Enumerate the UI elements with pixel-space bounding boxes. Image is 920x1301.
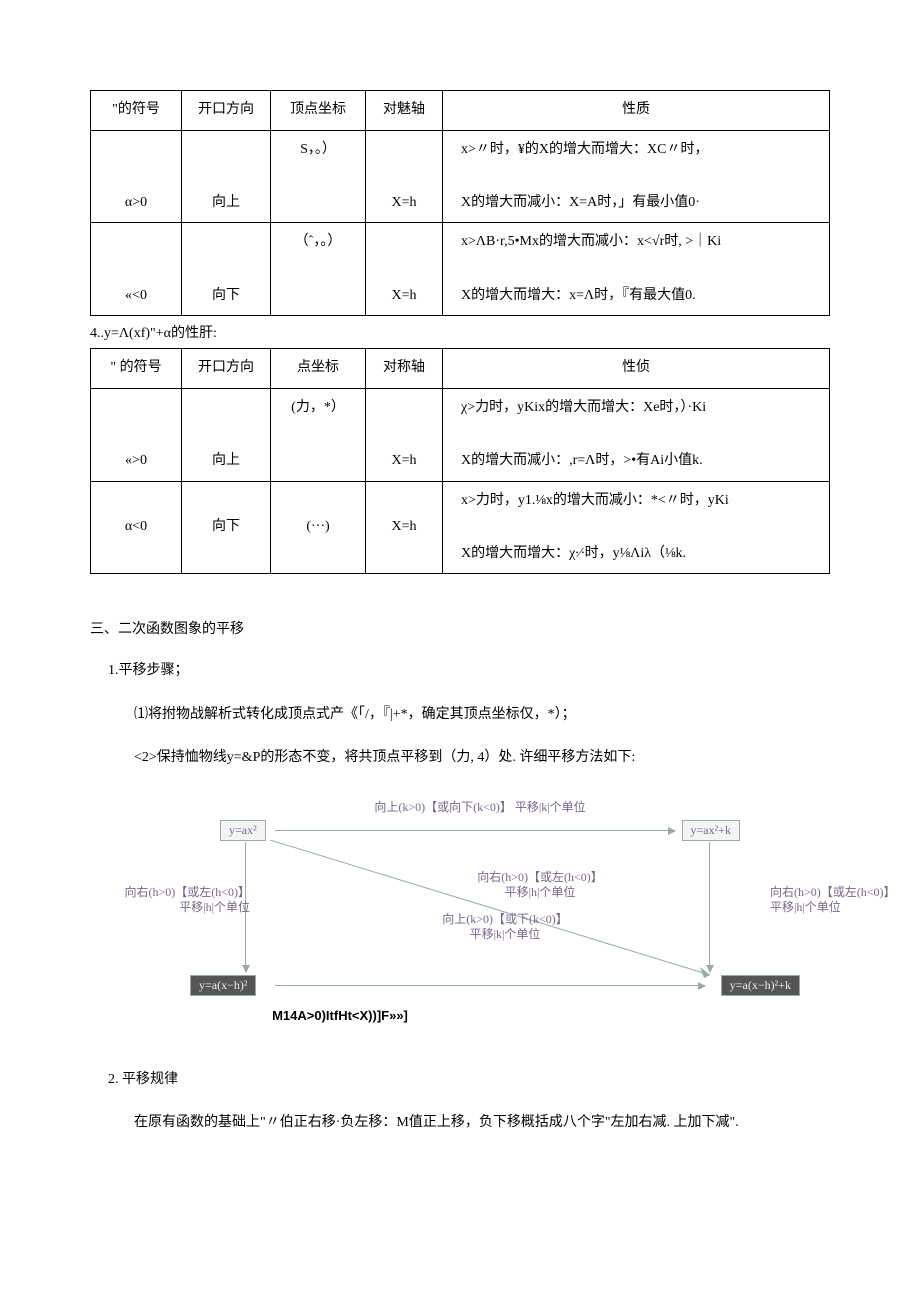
cell-open: 向下 [182, 223, 271, 316]
cell-axis: X=h [366, 223, 443, 316]
box-top-right: y=ax²+k [682, 820, 740, 841]
th-sign: "的符号 [91, 91, 182, 131]
table-row: «<0 向下 （ˆ，。） X=h x>ΛB·r,5•Mx的增大而减小：x<√r时… [91, 223, 830, 316]
cell-axis: X=h [366, 388, 443, 481]
cell-property: x>ΛB·r,5•Mx的增大而减小：x<√r时, >｜Ki X的增大而增大：x=… [443, 223, 830, 316]
label-diag-2: 向上(k>0)【或下(k<0)】平移|k|个单位 [420, 912, 590, 943]
label-top-arrow: 向上(k>0)【或向下(k<0)】 平移|k|个单位 [350, 800, 610, 816]
cell-sign: α<0 [91, 481, 182, 574]
diagram-caption: M14A>0)ItfHt<X))]F»»] [210, 1008, 470, 1023]
cell-property: x>力时，y1.⅛x的增大而减小：*<〃时，yKi X的增大而增大：χ∙⁄∙时，… [443, 481, 830, 574]
cell-vertex: (···) [271, 481, 366, 574]
label-diag-1: 向右(h>0)【或左(h<0)】平移|h|个单位 [455, 870, 625, 901]
th-property: 性质 [443, 91, 830, 131]
cell-vertex: S，。） [271, 130, 366, 223]
properties-table-1: "的符号 开口方向 顶点坐标 对魅轴 性质 α>0 向上 S，。） X=h x>… [90, 90, 830, 316]
th-axis: 对称轴 [366, 349, 443, 389]
box-bottom-right: y=a(x−h)²+k [721, 975, 800, 996]
cell-sign: «>0 [91, 388, 182, 481]
table-row: α<0 向下 (···) X=h x>力时，y1.⅛x的增大而减小：*<〃时，y… [91, 481, 830, 574]
rule-heading: 2. 平移规律 [108, 1067, 830, 1092]
diagonal-arrow [270, 840, 720, 980]
label-right-arrow: 向右(h>0)【或左(h<0)】平移|h|个单位 [770, 885, 910, 916]
th-axis: 对魅轴 [366, 91, 443, 131]
th-property: 性侦 [443, 349, 830, 389]
cell-open: 向下 [182, 481, 271, 574]
cell-sign: «<0 [91, 223, 182, 316]
cell-open: 向上 [182, 388, 271, 481]
cell-open: 向上 [182, 130, 271, 223]
th-vertex: 顶点坐标 [271, 91, 366, 131]
translation-diagram: y=ax² y=ax²+k y=a(x−h)² y=a(x−h)²+k 向上(k… [220, 800, 800, 1000]
step-heading-1: 1.平移步骤； [108, 658, 830, 683]
mid-formula-label: 4..y=Λ(xf)"+α的性肝: [90, 322, 830, 342]
properties-table-2: " 的符号 开口方向 点坐标 对称轴 性侦 «>0 向上 (力，*） X=h χ… [90, 348, 830, 574]
cell-axis: X=h [366, 130, 443, 223]
th-vertex: 点坐标 [271, 349, 366, 389]
box-bottom-left: y=a(x−h)² [190, 975, 256, 996]
cell-vertex: (力，*） [271, 388, 366, 481]
box-top-left: y=ax² [220, 820, 266, 841]
table-header-row: " 的符号 开口方向 点坐标 对称轴 性侦 [91, 349, 830, 389]
rule-paragraph: 在原有函数的基础上"〃伯正右移·负左移：M值正上移，负下移概括成八个字"左加右减… [90, 1110, 830, 1135]
step-2-text: <2>保持恤物线y=&P的形态不变，将共顶点平移到（力, 4）处. 许细平移方法… [134, 745, 830, 770]
table-row: α>0 向上 S，。） X=h x>〃时，¥的X的增大而增大：XC〃时， X的增… [91, 130, 830, 223]
cell-property: χ>力时，yKix的增大而增大：Xe时，）·Ki X的增大而减小：,r=Λ时，>… [443, 388, 830, 481]
section-3-title: 三、二次函数图象的平移 [90, 618, 830, 638]
table-row: «>0 向上 (力，*） X=h χ>力时，yKix的增大而增大：Xe时，）·K… [91, 388, 830, 481]
arrow-top [275, 830, 675, 831]
th-open: 开口方向 [182, 91, 271, 131]
th-open: 开口方向 [182, 349, 271, 389]
table-header-row: "的符号 开口方向 顶点坐标 对魅轴 性质 [91, 91, 830, 131]
th-sign: " 的符号 [91, 349, 182, 389]
arrow-bottom [275, 985, 705, 986]
cell-sign: α>0 [91, 130, 182, 223]
cell-axis: X=h [366, 481, 443, 574]
cell-vertex: （ˆ，。） [271, 223, 366, 316]
label-left-arrow: 向右(h>0)【或左(h<0)】平移|h|个单位 [110, 885, 250, 916]
cell-property: x>〃时，¥的X的增大而增大：XC〃时， X的增大而减小：X=A时，」有最小值0… [443, 130, 830, 223]
step-1-text: ⑴将拊物战解析式转化成顶点式产《「/，『|+*，确定其顶点坐标仅，*）； [134, 702, 830, 727]
